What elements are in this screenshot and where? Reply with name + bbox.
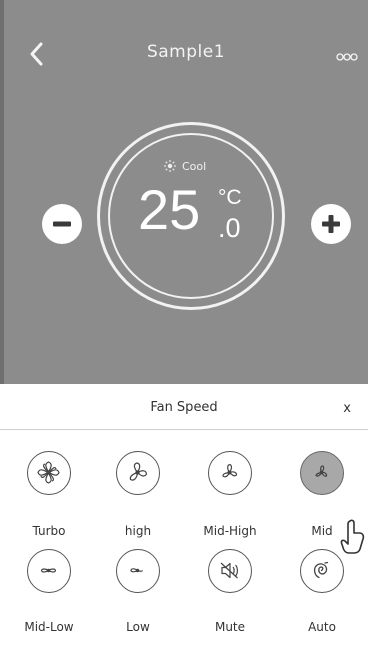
fan-turbo-icon	[27, 451, 71, 495]
minus-icon	[53, 221, 71, 227]
top-control-area: Sample1 Cool 25 °C .0	[0, 0, 368, 384]
increase-temperature-button[interactable]	[311, 204, 351, 244]
fan-speed-panel-header: Fan Speed x	[0, 384, 368, 430]
close-button[interactable]: x	[343, 401, 351, 416]
fan-speed-label: Low	[126, 620, 150, 634]
fan-speed-turbo[interactable]: Turbo	[7, 431, 91, 538]
page-title: Sample1	[146, 42, 226, 62]
fan-speed-mid[interactable]: Mid	[280, 431, 364, 538]
temperature-decimal: .0	[218, 213, 241, 243]
fan-speed-grid: Turbo high Mid-High Mid Mid-Low Low Mute…	[0, 431, 368, 648]
fan-mid-icon	[300, 451, 344, 495]
fan-speed-low[interactable]: Low	[96, 529, 180, 634]
mute-icon	[208, 549, 252, 593]
fan-low-icon	[116, 549, 160, 593]
fan-speed-mid-low[interactable]: Mid-Low	[7, 529, 91, 634]
fan-speed-label: Mute	[214, 620, 246, 634]
fan-speed-mute[interactable]: Mute	[188, 529, 272, 634]
decrease-temperature-button[interactable]	[42, 204, 82, 244]
ac-control-screen: Sample1 Cool 25 °C .0 Fan Speed x Turbo …	[0, 0, 368, 648]
more-dots-icon[interactable]	[336, 52, 358, 62]
fan-speed-mid-high[interactable]: Mid-High	[188, 431, 272, 538]
fan-mid-low-icon	[27, 549, 71, 593]
fan-high-icon	[116, 451, 160, 495]
temperature-value: 25	[138, 178, 201, 241]
fan-speed-title: Fan Speed	[150, 400, 218, 415]
header: Sample1	[4, 18, 368, 78]
plus-icon	[322, 215, 340, 233]
fan-mid-high-icon	[208, 451, 252, 495]
temperature-unit: °C	[218, 186, 242, 209]
fan-speed-label: Mid-Low	[24, 620, 74, 634]
hand-pointer-icon	[340, 519, 365, 554]
fan-speed-label: Auto	[308, 620, 336, 634]
fan-speed-high[interactable]: high	[96, 431, 180, 538]
mode-status: Cool	[164, 160, 254, 180]
sun-icon	[164, 160, 176, 172]
mode-label: Cool	[182, 160, 207, 173]
